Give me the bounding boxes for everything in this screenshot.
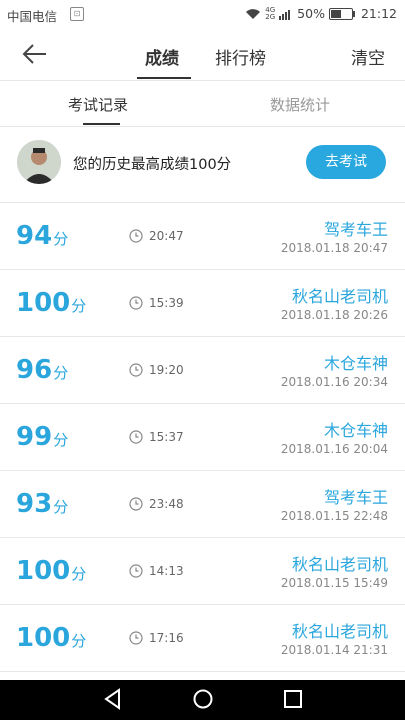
- record-score-value: 94: [16, 221, 53, 251]
- record-score-value: 93: [16, 489, 53, 519]
- record-row[interactable]: 93分 23:48 驾考车王 2018.01.15 22:48: [0, 471, 405, 538]
- nav-home-icon[interactable]: [192, 688, 214, 710]
- clock-icon: [129, 430, 143, 444]
- record-datetime: 2018.01.16 20:04: [280, 442, 388, 456]
- record-score-unit: 分: [71, 632, 87, 650]
- record-row[interactable]: 100分 17:16 秋名山老司机 2018.01.14 21:31: [0, 605, 405, 672]
- avatar-image: [17, 140, 61, 184]
- record-datetime: 2018.01.18 20:47: [280, 241, 388, 255]
- record-score-value: 96: [16, 355, 53, 385]
- sub-tabs: 考试记录 数据统计: [0, 81, 405, 127]
- status-right: 4G 2G 50% 21:12: [245, 6, 397, 21]
- record-duration: 15:39: [149, 296, 184, 310]
- avatar: [17, 140, 61, 184]
- subtab-active-indicator: [83, 123, 120, 125]
- record-row[interactable]: 100分 14:13 秋名山老司机 2018.01.15 15:49: [0, 538, 405, 605]
- signal-icon: [279, 9, 291, 20]
- record-datetime: 2018.01.18 20:26: [280, 308, 388, 322]
- record-score: 99分: [16, 422, 68, 452]
- network-type: 4G 2G: [265, 6, 276, 21]
- status-bar: 中国电信 ⊡ 4G 2G 50% 21:12: [0, 0, 405, 28]
- record-row[interactable]: 99分 15:37 木仓车神 2018.01.16 20:04: [0, 404, 405, 471]
- battery-percent: 50%: [297, 6, 325, 21]
- record-row[interactable]: 96分 19:20 木仓车神 2018.01.16 20:34: [0, 337, 405, 404]
- record-datetime: 2018.01.14 21:31: [280, 643, 388, 657]
- record-score-unit: 分: [53, 431, 69, 449]
- subtab-exam-records[interactable]: 考试记录: [68, 94, 128, 115]
- record-nickname: 木仓车神: [323, 421, 388, 440]
- take-exam-button[interactable]: 去考试: [306, 145, 386, 179]
- clock-time: 21:12: [360, 6, 397, 21]
- record-score: 96分: [16, 355, 68, 385]
- back-arrow-icon[interactable]: [20, 42, 50, 66]
- record-score-value: 100: [16, 556, 71, 586]
- record-row[interactable]: 94分 20:47 驾考车王 2018.01.18 20:47: [0, 203, 405, 270]
- record-score: 100分: [16, 556, 86, 586]
- clock-icon: [129, 229, 143, 243]
- record-score-unit: 分: [71, 297, 87, 315]
- clock-icon: [129, 631, 143, 645]
- battery-fill: [330, 9, 341, 18]
- sim-icon: ⊡: [70, 7, 84, 21]
- top-nav: 成绩 排行榜 清空: [0, 28, 405, 81]
- best-score-panel: 您的历史最高成绩100分 去考试: [0, 127, 405, 203]
- record-duration: 14:13: [149, 564, 184, 578]
- battery-icon: [328, 7, 355, 20]
- subtab-statistics[interactable]: 数据统计: [270, 94, 330, 115]
- clock-icon: [129, 497, 143, 511]
- record-nickname: 驾考车王: [323, 220, 388, 239]
- wifi-icon: [246, 8, 261, 19]
- record-duration: 15:37: [149, 430, 184, 444]
- record-score-unit: 分: [71, 565, 87, 583]
- record-score: 100分: [16, 288, 86, 318]
- tab-leaderboard[interactable]: 排行榜: [215, 44, 266, 69]
- tab-scores[interactable]: 成绩: [145, 44, 179, 69]
- system-navigation-bar: [0, 680, 405, 720]
- clock-icon: [129, 363, 143, 377]
- record-nickname: 秋名山老司机: [291, 287, 388, 306]
- record-duration: 23:48: [149, 497, 184, 511]
- network-bottom: 2G: [265, 12, 276, 21]
- record-datetime: 2018.01.16 20:34: [280, 375, 388, 389]
- record-nickname: 驾考车王: [323, 488, 388, 507]
- record-score: 94分: [16, 221, 68, 251]
- record-datetime: 2018.01.15 15:49: [280, 576, 388, 590]
- record-score: 93分: [16, 489, 68, 519]
- record-duration: 17:16: [149, 631, 184, 645]
- record-duration: 19:20: [149, 363, 184, 377]
- clock-icon: [129, 564, 143, 578]
- best-score-text: 您的历史最高成绩100分: [73, 157, 232, 173]
- record-duration: 20:47: [149, 229, 184, 243]
- record-score-unit: 分: [53, 230, 69, 248]
- record-score: 100分: [16, 623, 86, 653]
- record-score-unit: 分: [53, 364, 69, 382]
- record-score-unit: 分: [53, 498, 69, 516]
- record-nickname: 秋名山老司机: [291, 622, 388, 641]
- record-score-value: 100: [16, 288, 71, 318]
- carrier-name: 中国电信: [7, 9, 58, 24]
- record-nickname: 秋名山老司机: [291, 555, 388, 574]
- record-datetime: 2018.01.15 22:48: [280, 509, 388, 523]
- nav-recent-icon[interactable]: [283, 688, 303, 710]
- clock-icon: [129, 296, 143, 310]
- clear-button[interactable]: 清空: [351, 44, 385, 69]
- records-list: 94分 20:47 驾考车王 2018.01.18 20:47 100分 15:39 秋名山…: [0, 203, 405, 672]
- nav-back-icon[interactable]: [103, 688, 123, 710]
- record-score-value: 100: [16, 623, 71, 653]
- record-nickname: 木仓车神: [323, 354, 388, 373]
- record-row[interactable]: 100分 15:39 秋名山老司机 2018.01.18 20:26: [0, 270, 405, 337]
- record-score-value: 99: [16, 422, 53, 452]
- tab-active-indicator: [137, 77, 191, 79]
